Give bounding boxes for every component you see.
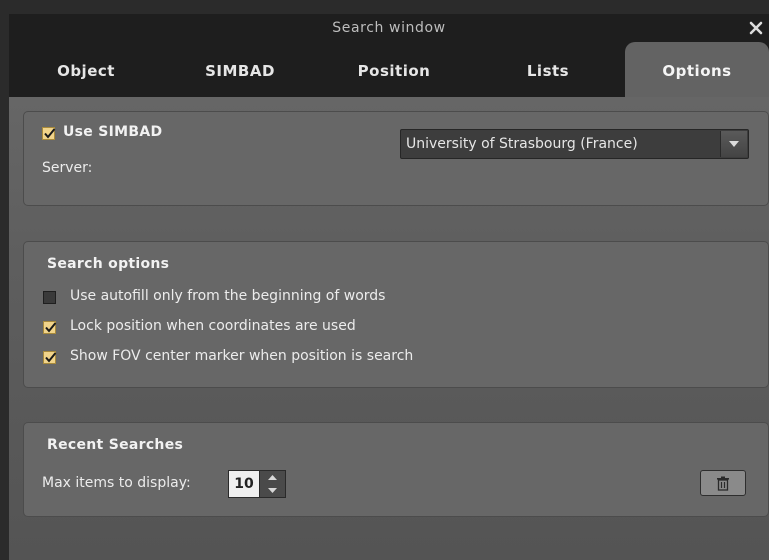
use-simbad-checkbox[interactable] [42, 127, 56, 140]
server-select-value: University of Strasbourg (France) [406, 136, 638, 152]
search-options-heading: Search options [47, 256, 170, 272]
clear-recent-button[interactable] [700, 470, 746, 496]
spin-arrows [260, 470, 286, 498]
tab-bar: Object SIMBAD Position Lists Options [9, 42, 769, 97]
max-items-value[interactable]: 10 [228, 470, 260, 498]
recent-searches-heading: Recent Searches [47, 437, 184, 453]
autofill-label: Use autofill only from the beginning of … [70, 288, 386, 304]
trash-icon [717, 476, 729, 491]
use-simbad-label: Use SIMBAD [63, 124, 163, 140]
chevron-down-icon[interactable] [720, 131, 747, 157]
search-options-panel: Search options Use autofill only from th… [23, 241, 769, 388]
tab-simbad[interactable]: SIMBAD [163, 42, 317, 97]
fov-marker-checkbox[interactable] [43, 351, 57, 364]
tab-lists[interactable]: Lists [471, 42, 625, 97]
search-window: Search window Object SIMBAD Position Lis… [9, 14, 769, 560]
window-title: Search window [332, 20, 446, 36]
title-bar[interactable]: Search window [9, 14, 769, 42]
max-items-label: Max items to display: [42, 475, 191, 491]
lock-position-checkbox[interactable] [43, 321, 57, 334]
fov-marker-label: Show FOV center marker when position is … [70, 348, 414, 364]
server-label: Server: [42, 160, 93, 176]
checkmark-icon [44, 128, 56, 139]
recent-searches-panel: Recent Searches Max items to display: 10 [23, 422, 769, 517]
max-items-spinbox[interactable]: 10 [228, 470, 286, 498]
server-select[interactable]: University of Strasbourg (France) [400, 129, 749, 159]
lock-position-label: Lock position when coordinates are used [70, 318, 356, 334]
simbad-panel: Use SIMBAD Server: University of Strasbo… [23, 111, 769, 206]
chevron-up-icon[interactable] [260, 471, 285, 484]
checkmark-icon [45, 322, 57, 333]
checkmark-icon [45, 352, 57, 363]
autofill-checkbox[interactable] [43, 291, 56, 304]
tab-options[interactable]: Options [625, 42, 769, 97]
tab-position[interactable]: Position [317, 42, 471, 97]
tab-object[interactable]: Object [9, 42, 163, 97]
chevron-down-icon[interactable] [260, 484, 285, 497]
close-icon[interactable] [745, 16, 767, 40]
